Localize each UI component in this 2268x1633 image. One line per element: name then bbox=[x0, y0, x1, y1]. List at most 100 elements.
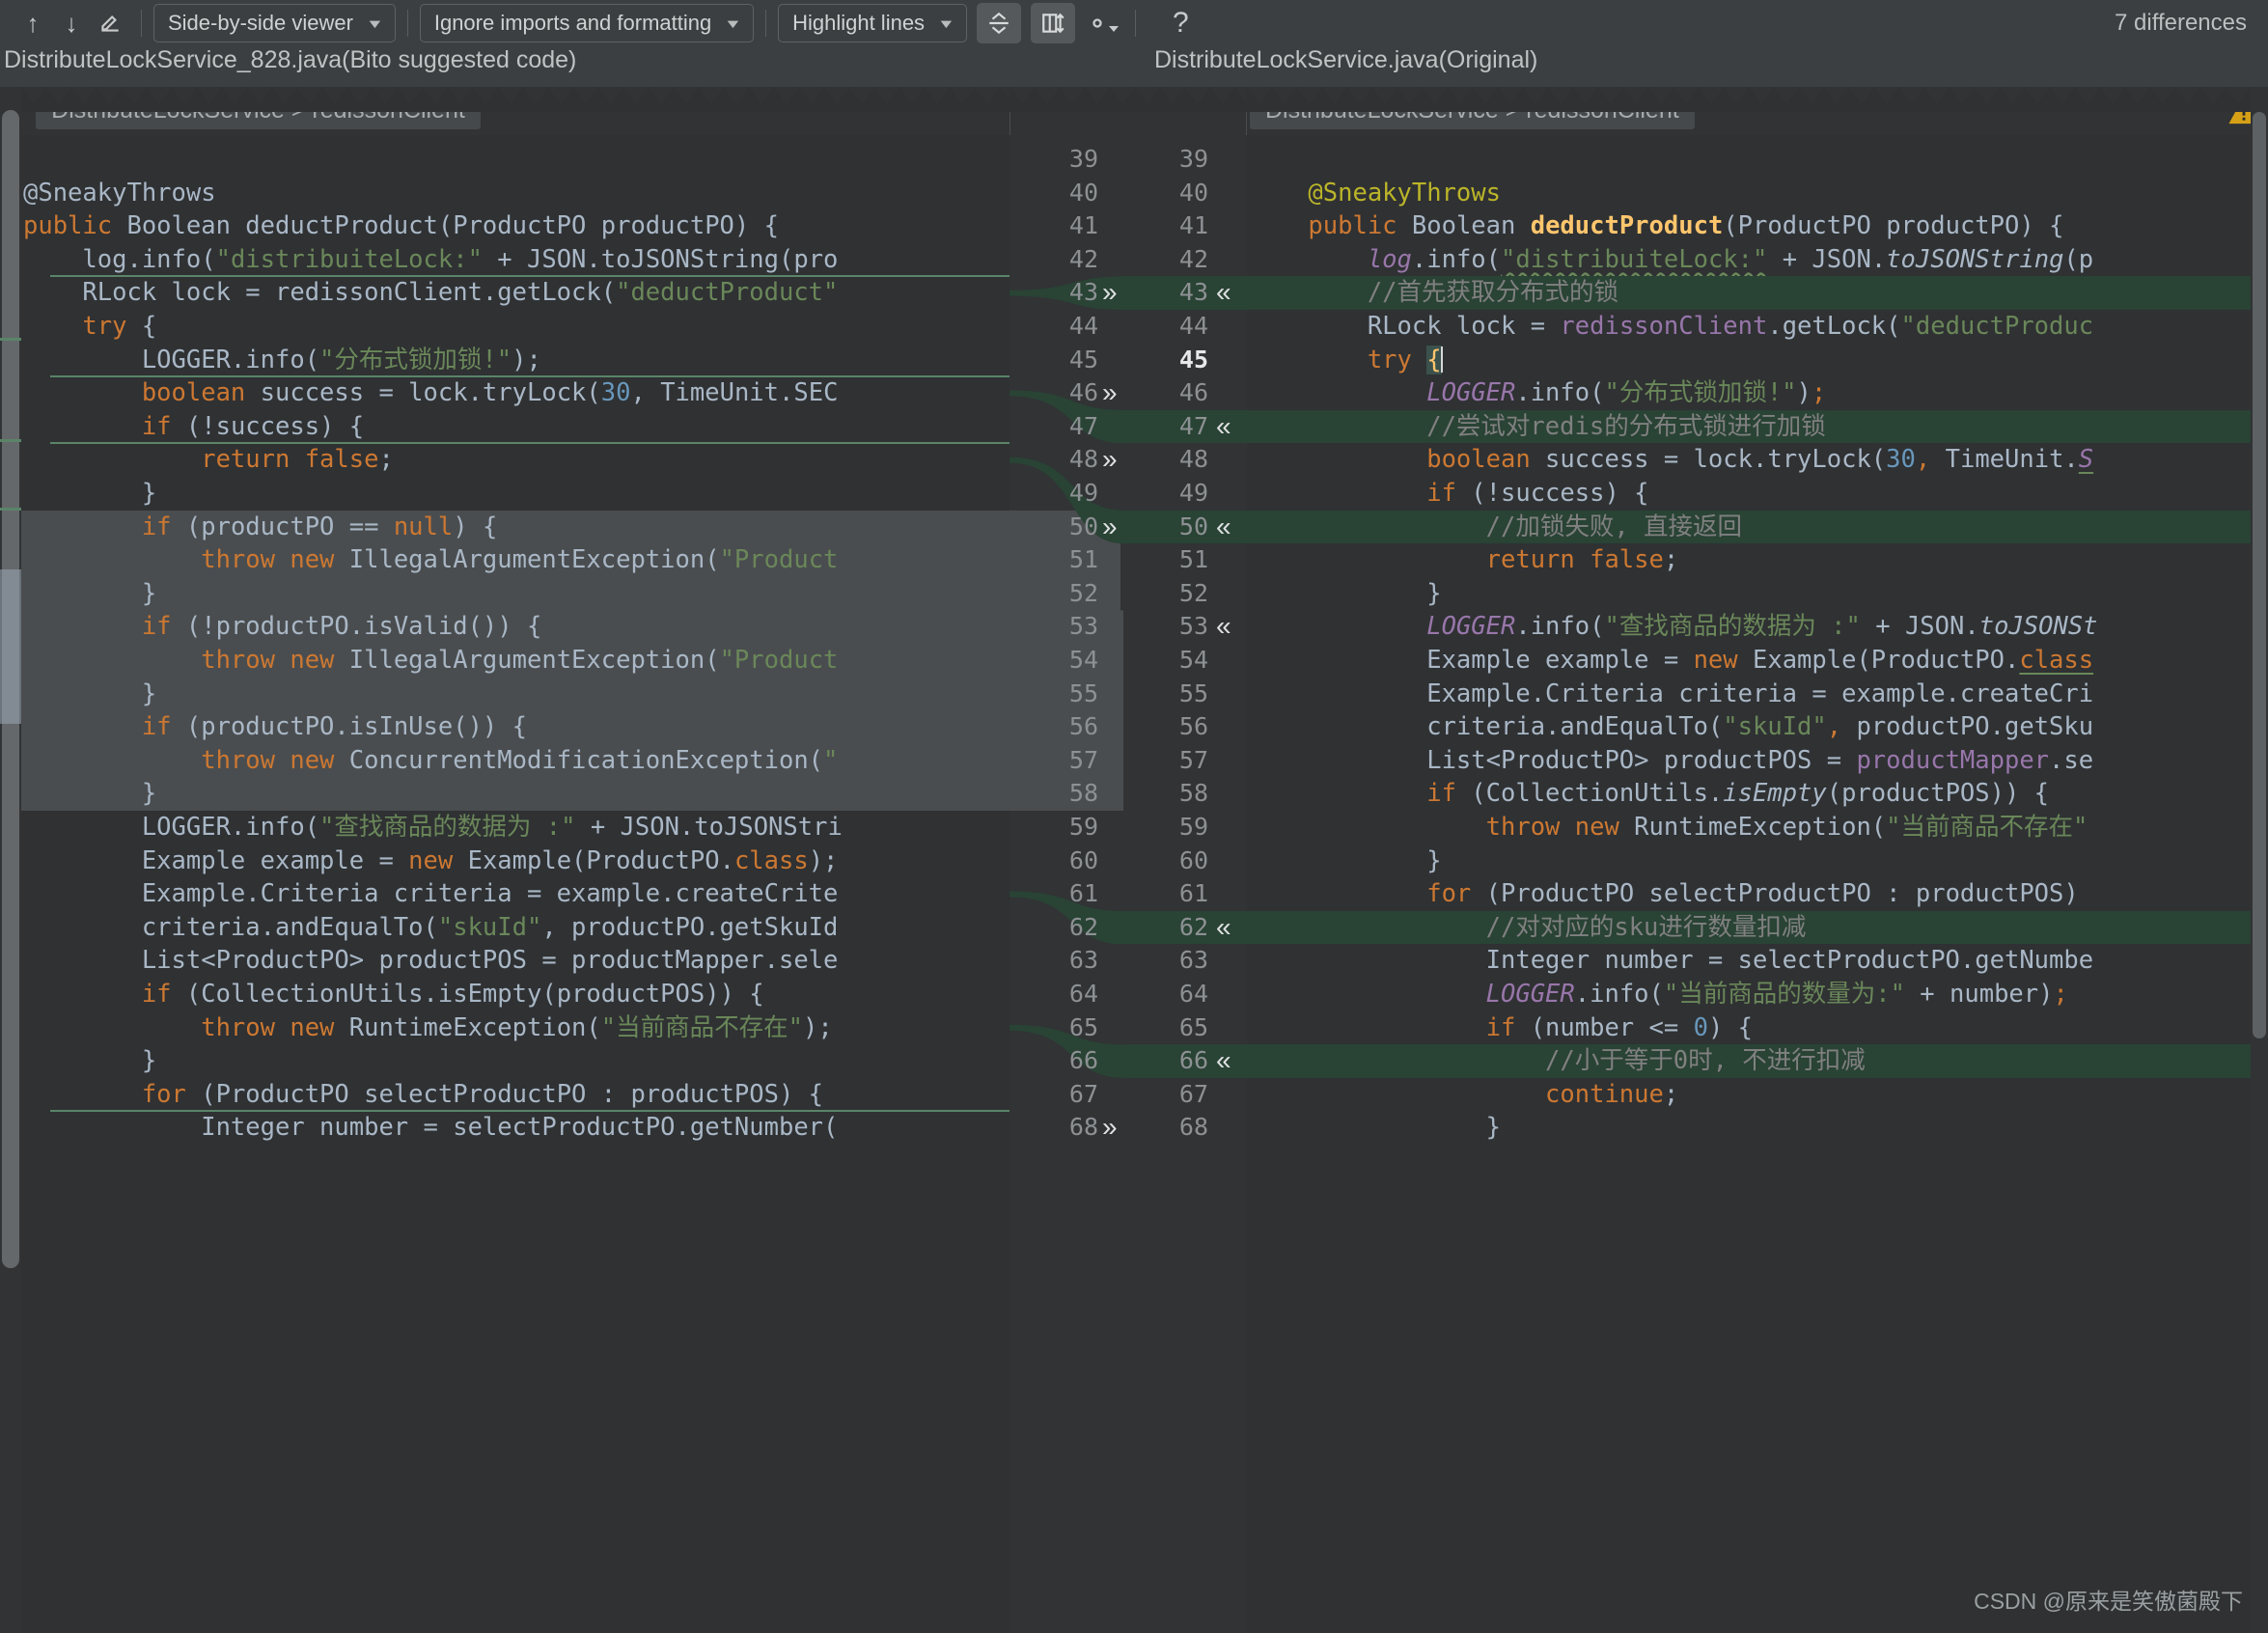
code-line[interactable]: public Boolean deductProduct(ProductPO p… bbox=[23, 209, 779, 243]
code-token: try bbox=[1249, 345, 1427, 374]
code-line[interactable]: @SneakyThrows bbox=[1249, 177, 1501, 210]
code-line[interactable]: public Boolean deductProduct(ProductPO p… bbox=[1249, 209, 2063, 243]
code-line[interactable]: if (!success) { bbox=[23, 410, 364, 444]
code-line[interactable]: return false; bbox=[1249, 543, 1679, 577]
accept-left-chevron-icon[interactable]: » bbox=[1102, 276, 1118, 310]
code-line[interactable]: Integer number = selectProductPO.getNumb… bbox=[23, 1111, 838, 1145]
pencil-icon[interactable] bbox=[91, 5, 129, 42]
accept-left-chevron-icon[interactable]: » bbox=[1102, 376, 1118, 410]
code-line[interactable]: //尝试对redis的分布式锁进行加锁 bbox=[1249, 410, 1825, 444]
code-line[interactable]: throw new RuntimeException("当前商品不存在"); bbox=[23, 1011, 832, 1045]
accept-right-chevron-icon[interactable]: « bbox=[1216, 410, 1231, 444]
code-line[interactable]: criteria.andEqualTo("skuId", productPO.g… bbox=[1249, 710, 2093, 744]
code-line[interactable]: return false; bbox=[23, 443, 394, 477]
code-line[interactable]: if (!success) { bbox=[1249, 477, 1648, 511]
code-token: for bbox=[1249, 879, 1472, 909]
accept-left-chevron-icon[interactable]: » bbox=[1102, 443, 1118, 477]
code-line[interactable]: Example.Criteria criteria = example.crea… bbox=[23, 877, 839, 911]
code-line[interactable]: LOGGER.info("分布式锁加锁!"); bbox=[23, 344, 541, 377]
code-line[interactable]: throw new IllegalArgumentException("Prod… bbox=[23, 644, 838, 678]
left-line-number: 49 bbox=[1068, 479, 1098, 507]
code-line[interactable]: } bbox=[23, 678, 156, 711]
code-token: "查找商品的数据为 :" bbox=[1604, 612, 1861, 642]
code-token: ) { bbox=[453, 512, 498, 541]
code-token: ) { bbox=[1707, 1012, 1753, 1042]
code-line[interactable]: log.info("distribuiteLock:" + JSON.toJSO… bbox=[1249, 243, 2093, 277]
accept-right-chevron-icon[interactable]: « bbox=[1216, 610, 1231, 644]
gear-icon[interactable] bbox=[1081, 3, 1123, 43]
left-marker-column[interactable] bbox=[0, 87, 21, 1633]
code-line[interactable]: if (number <= 0) { bbox=[1249, 1011, 1753, 1045]
accept-right-chevron-icon[interactable]: « bbox=[1216, 511, 1231, 544]
synchronize-scroll-button[interactable] bbox=[1030, 3, 1075, 43]
code-line[interactable]: if (productPO == null) { bbox=[23, 511, 498, 544]
code-line[interactable]: Integer number = selectProductPO.getNumb… bbox=[1249, 944, 2093, 978]
code-line[interactable]: } bbox=[23, 777, 156, 811]
code-line[interactable]: boolean success = lock.tryLock(30, TimeU… bbox=[23, 376, 839, 410]
code-line[interactable]: RLock lock = redissonClient.getLock("ded… bbox=[1249, 310, 2093, 344]
code-line[interactable]: try { bbox=[1249, 344, 1443, 377]
code-line[interactable]: } bbox=[23, 1044, 156, 1078]
code-token: //首先获取分布式的锁 bbox=[1249, 278, 1619, 308]
right-code-editor[interactable]: @SneakyThrows public Boolean deductProdu… bbox=[1247, 135, 2251, 1633]
code-line[interactable]: LOGGER.info("查找商品的数据为 :" + JSON.toJSONSt bbox=[1249, 610, 2097, 644]
highlight-mode-dropdown[interactable]: Highlight lines ▼ bbox=[778, 4, 967, 42]
accept-left-chevron-icon[interactable]: » bbox=[1102, 1111, 1118, 1145]
code-line[interactable]: //小于等于0时, 不进行扣减 bbox=[1249, 1044, 1866, 1078]
code-line[interactable]: if (CollectionUtils.isEmpty(productPOS))… bbox=[1249, 777, 2049, 811]
code-line[interactable]: RLock lock = redissonClient.getLock("ded… bbox=[23, 276, 838, 310]
code-line[interactable]: if (productPO.isInUse()) { bbox=[23, 710, 527, 744]
accept-right-chevron-icon[interactable]: « bbox=[1216, 1044, 1231, 1078]
code-line[interactable]: try { bbox=[23, 310, 156, 344]
code-token: Example.Criteria criteria = example.crea… bbox=[23, 879, 839, 909]
collapse-unchanged-fragments-button[interactable] bbox=[976, 3, 1021, 43]
code-line[interactable]: } bbox=[1249, 1111, 1501, 1145]
code-line[interactable]: Example example = new Example(ProductPO.… bbox=[23, 844, 839, 878]
code-line[interactable]: if (!productPO.isValid()) { bbox=[23, 610, 542, 644]
code-line[interactable]: @SneakyThrows bbox=[23, 177, 216, 210]
right-line-number: 47 bbox=[1178, 411, 1208, 440]
code-line[interactable]: } bbox=[23, 577, 156, 611]
code-line[interactable]: List<ProductPO> productPOS = productMapp… bbox=[1249, 744, 2093, 778]
right-scrollbar-thumb[interactable] bbox=[2253, 112, 2266, 1038]
code-line[interactable]: //加锁失败, 直接返回 bbox=[1249, 511, 1742, 544]
code-line[interactable]: if (CollectionUtils.isEmpty(productPOS))… bbox=[23, 978, 764, 1011]
left-code-editor[interactable]: @SneakyThrows public Boolean deductProduc… bbox=[21, 135, 1010, 1633]
code-line[interactable]: for (ProductPO selectProductPO : product… bbox=[23, 1078, 823, 1112]
code-line[interactable]: for (ProductPO selectProductPO : product… bbox=[1249, 877, 2079, 911]
code-line[interactable]: LOGGER.info("查找商品的数据为 :" + JSON.toJSONSt… bbox=[23, 811, 843, 844]
help-icon[interactable]: ? bbox=[1163, 7, 1199, 40]
code-line[interactable]: List<ProductPO> productPOS = productMapp… bbox=[23, 944, 839, 978]
code-token: "deductProduc bbox=[1900, 312, 2094, 341]
code-line[interactable]: //对对应的sku进行数量扣减 bbox=[1249, 911, 1807, 945]
code-line[interactable]: //首先获取分布式的锁 bbox=[1249, 276, 1618, 310]
code-line[interactable]: boolean success = lock.tryLock(30, TimeU… bbox=[1249, 443, 2093, 477]
code-line[interactable]: LOGGER.info("分布式锁加锁!"); bbox=[1249, 376, 1826, 410]
ignore-policy-dropdown[interactable]: Ignore imports and formatting ▼ bbox=[419, 4, 755, 42]
code-line[interactable]: } bbox=[1249, 577, 1441, 611]
code-line[interactable]: LOGGER.info("当前商品的数量为:" + number); bbox=[1249, 978, 2068, 1011]
accept-right-chevron-icon[interactable]: « bbox=[1216, 911, 1231, 945]
accept-right-chevron-icon[interactable]: « bbox=[1216, 276, 1231, 310]
right-scrollbar-track[interactable] bbox=[2251, 87, 2268, 1633]
next-difference-icon[interactable]: ↓ bbox=[52, 5, 91, 42]
code-line[interactable]: throw new RuntimeException("当前商品不存在" bbox=[1249, 811, 2088, 844]
viewer-mode-dropdown[interactable]: Side-by-side viewer ▼ bbox=[153, 4, 396, 42]
code-token: Example example = bbox=[1249, 646, 1694, 675]
code-line[interactable]: throw new IllegalArgumentException("Prod… bbox=[23, 543, 838, 577]
code-line[interactable]: Example example = new Example(ProductPO.… bbox=[1249, 644, 2093, 678]
code-token: Boolean deductProduct(ProductPO productP… bbox=[126, 211, 779, 241]
code-line[interactable]: criteria.andEqualTo("skuId", productPO.g… bbox=[23, 911, 839, 945]
code-token: (ProductPO productPO) { bbox=[1723, 211, 2064, 241]
code-line[interactable]: continue; bbox=[1249, 1078, 1678, 1112]
code-line[interactable]: throw new ConcurrentModificationExceptio… bbox=[23, 744, 838, 778]
accept-left-chevron-icon[interactable]: » bbox=[1102, 511, 1118, 544]
code-line[interactable]: } bbox=[1249, 844, 1441, 878]
code-token: , bbox=[1915, 445, 1946, 475]
code-line[interactable]: Example.Criteria criteria = example.crea… bbox=[1249, 678, 2093, 711]
previous-difference-icon[interactable]: ↑ bbox=[14, 5, 52, 42]
code-line[interactable]: log.info("distribuiteLock:" + JSON.toJSO… bbox=[23, 243, 838, 277]
code-token: @SneakyThrows bbox=[1249, 178, 1501, 208]
code-line[interactable]: } bbox=[23, 477, 156, 511]
code-token: (!productPO.isValid()) { bbox=[171, 612, 542, 642]
